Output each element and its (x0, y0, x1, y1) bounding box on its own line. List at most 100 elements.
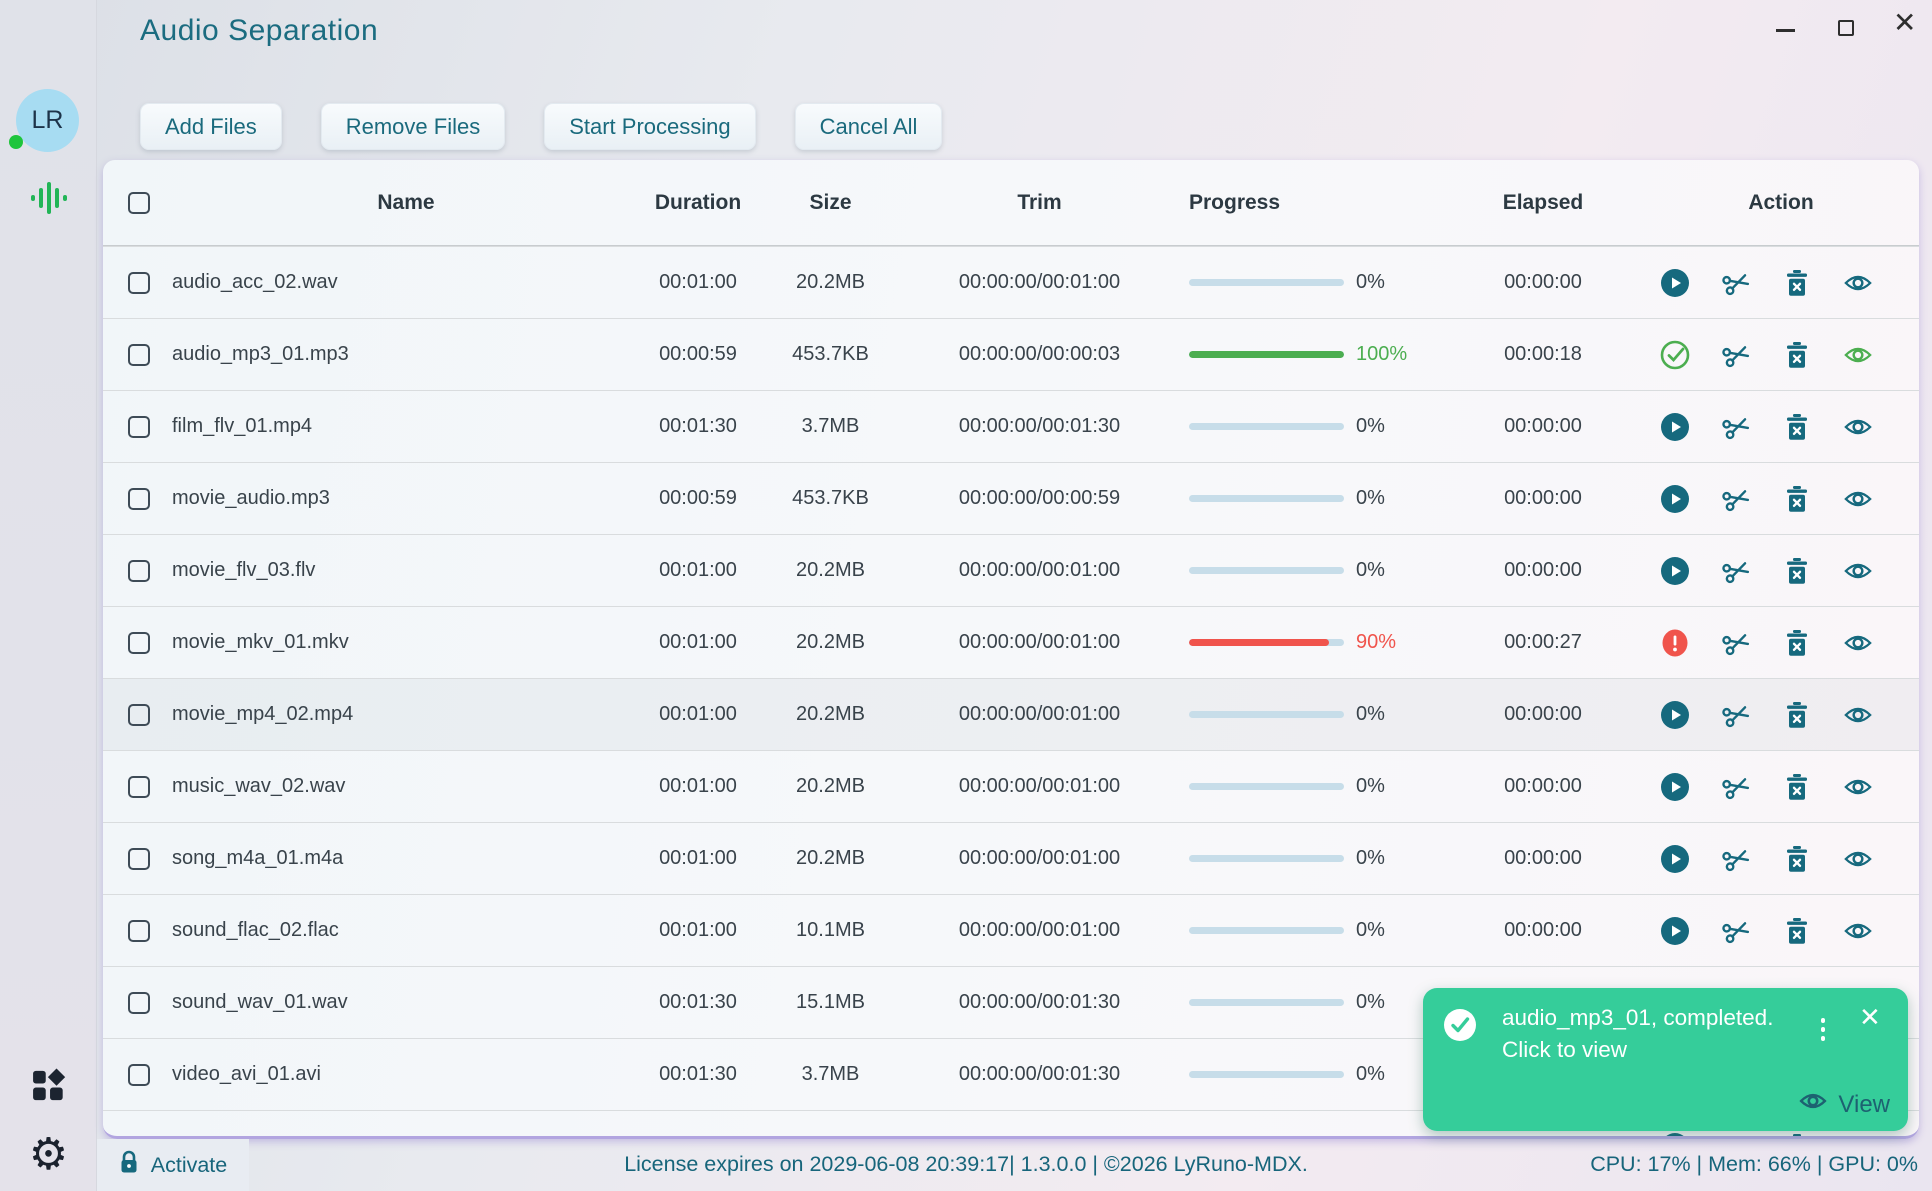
app-window: { "titlebar": { "title": "Audio Separati… (0, 0, 1932, 1191)
file-elapsed: 00:00:18 (1504, 343, 1582, 365)
minimize-icon[interactable] (1776, 29, 1795, 32)
file-size: 20.2MB (796, 271, 865, 293)
delete-trash-icon[interactable] (1782, 556, 1812, 586)
toast-title: audio_mp3_01, completed. (1502, 1005, 1774, 1030)
row-checkbox[interactable] (128, 703, 150, 726)
view-eye-icon[interactable] (1843, 484, 1873, 514)
toast-close-icon[interactable]: ✕ (1859, 1004, 1881, 1030)
row-checkbox[interactable] (128, 487, 150, 510)
file-size: 20.2MB (796, 559, 865, 581)
row-checkbox[interactable] (128, 415, 150, 438)
file-name: sound_flac_02.flac (172, 919, 339, 941)
play-icon[interactable] (1660, 412, 1690, 442)
file-duration: 00:01:00 (659, 703, 737, 725)
file-elapsed: 00:00:27 (1504, 631, 1582, 653)
file-trim: 00:00:00/00:01:00 (958, 631, 1121, 653)
progress-bar (1189, 1071, 1344, 1078)
delete-trash-icon[interactable] (1782, 1132, 1812, 1136)
trim-scissors-icon[interactable] (1721, 340, 1751, 370)
view-eye-icon[interactable] (1843, 772, 1873, 802)
audio-waveform-icon[interactable] (0, 177, 97, 219)
column-header-progress: Progress (1189, 190, 1281, 214)
play-icon[interactable] (1660, 772, 1690, 802)
error-alert-icon[interactable] (1660, 628, 1690, 658)
view-eye-icon[interactable] (1843, 700, 1873, 730)
file-duration: 00:00:59 (659, 343, 737, 365)
delete-trash-icon[interactable] (1782, 484, 1812, 514)
play-icon[interactable] (1660, 1132, 1690, 1136)
row-checkbox[interactable] (128, 1063, 150, 1086)
play-icon[interactable] (1660, 556, 1690, 586)
table-row[interactable]: song_m4a_01.m4a 00:01:00 20.2MB 00:00:00… (103, 822, 1919, 894)
table-row[interactable]: audio_acc_02.wav 00:01:00 20.2MB 00:00:0… (103, 246, 1919, 318)
add-files-button[interactable]: Add Files (140, 103, 282, 150)
view-eye-icon[interactable] (1843, 916, 1873, 946)
delete-trash-icon[interactable] (1782, 772, 1812, 802)
view-eye-icon[interactable] (1843, 412, 1873, 442)
view-eye-icon[interactable] (1843, 340, 1873, 370)
row-checkbox[interactable] (128, 919, 150, 942)
row-checkbox[interactable] (128, 991, 150, 1014)
table-row[interactable]: sound_flac_02.flac 00:01:00 10.1MB 00:00… (103, 894, 1919, 966)
delete-trash-icon[interactable] (1782, 700, 1812, 730)
row-checkbox[interactable] (128, 775, 150, 798)
progress-label: 0% (1356, 487, 1385, 509)
table-header: Name Duration Size Trim Progress Elapsed… (103, 160, 1919, 246)
maximize-icon[interactable] (1838, 20, 1854, 36)
select-all-checkbox[interactable] (128, 191, 150, 214)
file-trim: 00:00:00/00:01:00 (958, 775, 1121, 797)
view-eye-icon[interactable] (1843, 844, 1873, 874)
trim-scissors-icon[interactable] (1721, 844, 1751, 874)
trim-scissors-icon[interactable] (1721, 268, 1751, 298)
view-eye-icon[interactable] (1843, 268, 1873, 298)
trim-scissors-icon[interactable] (1721, 772, 1751, 802)
trim-scissors-icon[interactable] (1721, 412, 1751, 442)
table-row[interactable]: movie_flv_03.flv 00:01:00 20.2MB 00:00:0… (103, 534, 1919, 606)
remove-files-button[interactable]: Remove Files (320, 103, 506, 150)
avatar[interactable]: LR (16, 89, 79, 152)
modules-grid-icon[interactable] (0, 1067, 97, 1104)
delete-trash-icon[interactable] (1782, 844, 1812, 874)
play-icon[interactable] (1660, 484, 1690, 514)
start-processing-button[interactable]: Start Processing (544, 103, 756, 150)
table-row[interactable]: audio_mp3_01.mp3 00:00:59 453.7KB 00:00:… (103, 318, 1919, 390)
row-checkbox[interactable] (128, 271, 150, 294)
column-header-name: Name (377, 190, 435, 214)
view-eye-icon[interactable] (1843, 556, 1873, 586)
play-icon[interactable] (1660, 268, 1690, 298)
row-checkbox[interactable] (128, 847, 150, 870)
file-trim: 00:00:00/00:01:00 (958, 919, 1121, 941)
row-checkbox[interactable] (128, 559, 150, 582)
play-icon[interactable] (1660, 700, 1690, 730)
table-row[interactable]: movie_audio.mp3 00:00:59 453.7KB 00:00:0… (103, 462, 1919, 534)
trim-scissors-icon[interactable] (1721, 1132, 1751, 1137)
delete-trash-icon[interactable] (1782, 628, 1812, 658)
row-checkbox[interactable] (128, 343, 150, 366)
column-header-elapsed: Elapsed (1502, 190, 1584, 214)
row-checkbox[interactable] (128, 631, 150, 654)
trim-scissors-icon[interactable] (1721, 700, 1751, 730)
play-icon[interactable] (1660, 844, 1690, 874)
table-row[interactable]: movie_mkv_01.mkv 00:01:00 20.2MB 00:00:0… (103, 606, 1919, 678)
trim-scissors-icon[interactable] (1721, 556, 1751, 586)
trim-scissors-icon[interactable] (1721, 628, 1751, 658)
file-name: song_m4a_01.m4a (172, 847, 344, 869)
trim-scissors-icon[interactable] (1721, 484, 1751, 514)
table-row[interactable]: movie_mp4_02.mp4 00:01:00 20.2MB 00:00:0… (103, 678, 1919, 750)
toast-menu-kebab-icon[interactable] (1815, 1018, 1831, 1041)
view-eye-icon[interactable] (1843, 628, 1873, 658)
close-icon[interactable]: ✕ (1893, 9, 1916, 37)
progress-label: 100% (1356, 343, 1408, 365)
view-eye-icon[interactable] (1843, 1132, 1873, 1137)
cancel-all-button[interactable]: Cancel All (794, 103, 943, 150)
delete-trash-icon[interactable] (1782, 916, 1812, 946)
table-row[interactable]: music_wav_02.wav 00:01:00 20.2MB 00:00:0… (103, 750, 1919, 822)
trim-scissors-icon[interactable] (1721, 916, 1751, 946)
toast-view-button[interactable]: View (1798, 1090, 1890, 1119)
table-row[interactable]: film_flv_01.mp4 00:01:30 3.7MB 00:00:00/… (103, 390, 1919, 462)
delete-trash-icon[interactable] (1782, 412, 1812, 442)
delete-trash-icon[interactable] (1782, 340, 1812, 370)
play-icon[interactable] (1660, 916, 1690, 946)
delete-trash-icon[interactable] (1782, 268, 1812, 298)
notification-toast[interactable]: audio_mp3_01, completed. Click to view ✕… (1423, 988, 1908, 1131)
